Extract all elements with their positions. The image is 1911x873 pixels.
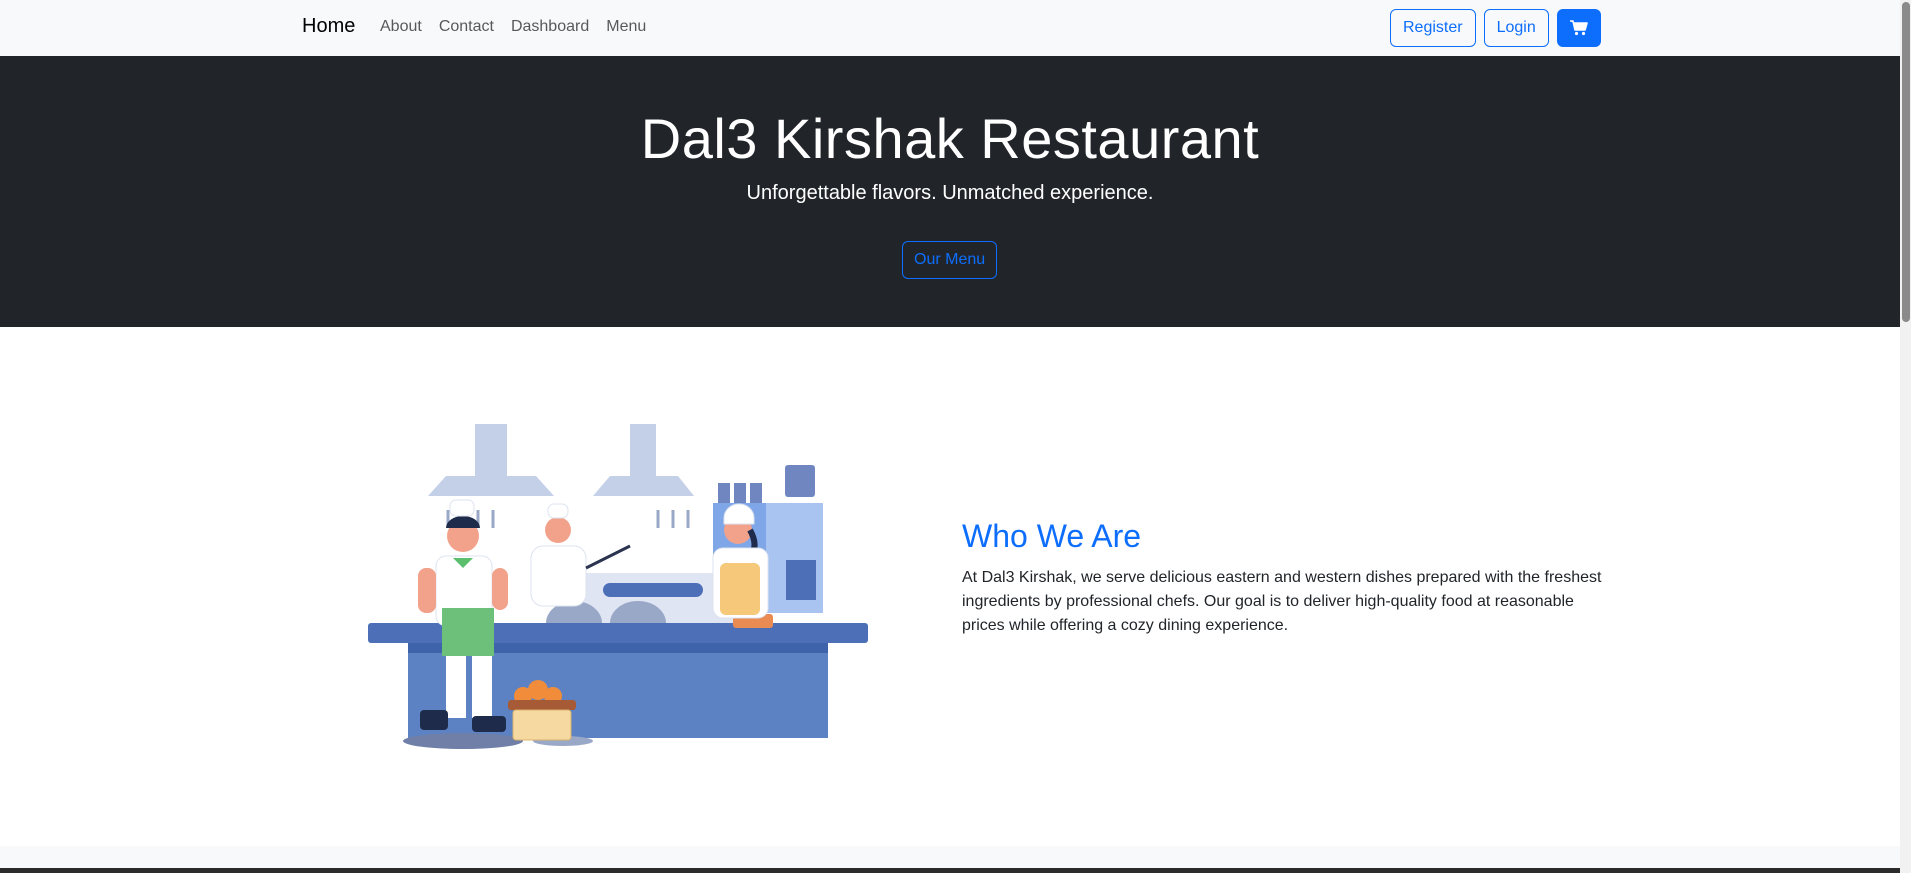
hero-section: Dal3 Kirshak Restaurant Unforgettable fl… xyxy=(0,56,1900,327)
nav-links: About Contact Dashboard Menu xyxy=(380,18,646,36)
brand-home-link[interactable]: Home xyxy=(302,15,355,38)
register-button[interactable]: Register xyxy=(1390,9,1476,47)
navbar: Home About Contact Dashboard Menu Regist… xyxy=(0,0,1900,57)
scrollbar-thumb[interactable] xyxy=(1902,2,1910,322)
nav-link-dashboard[interactable]: Dashboard xyxy=(511,18,589,36)
nav-link-menu[interactable]: Menu xyxy=(606,18,646,36)
about-title: Who We Are xyxy=(962,518,1142,554)
cart-button[interactable] xyxy=(1556,9,1601,47)
nav-link-about[interactable]: About xyxy=(380,18,422,36)
cart-icon xyxy=(1569,20,1588,36)
nav-link-contact[interactable]: Contact xyxy=(439,18,494,36)
our-menu-button[interactable]: Our Menu xyxy=(902,241,998,279)
login-button[interactable]: Login xyxy=(1483,9,1549,47)
hero-title: Dal3 Kirshak Restaurant xyxy=(640,107,1260,170)
kitchen-chefs-illustration xyxy=(368,424,868,749)
about-description: At Dal3 Kirshak, we serve delicious east… xyxy=(962,569,1602,634)
nav-actions: Register Login xyxy=(1390,9,1601,47)
window-bottom-edge xyxy=(0,868,1911,873)
hero-subtitle: Unforgettable flavors. Unmatched experie… xyxy=(746,182,1154,204)
